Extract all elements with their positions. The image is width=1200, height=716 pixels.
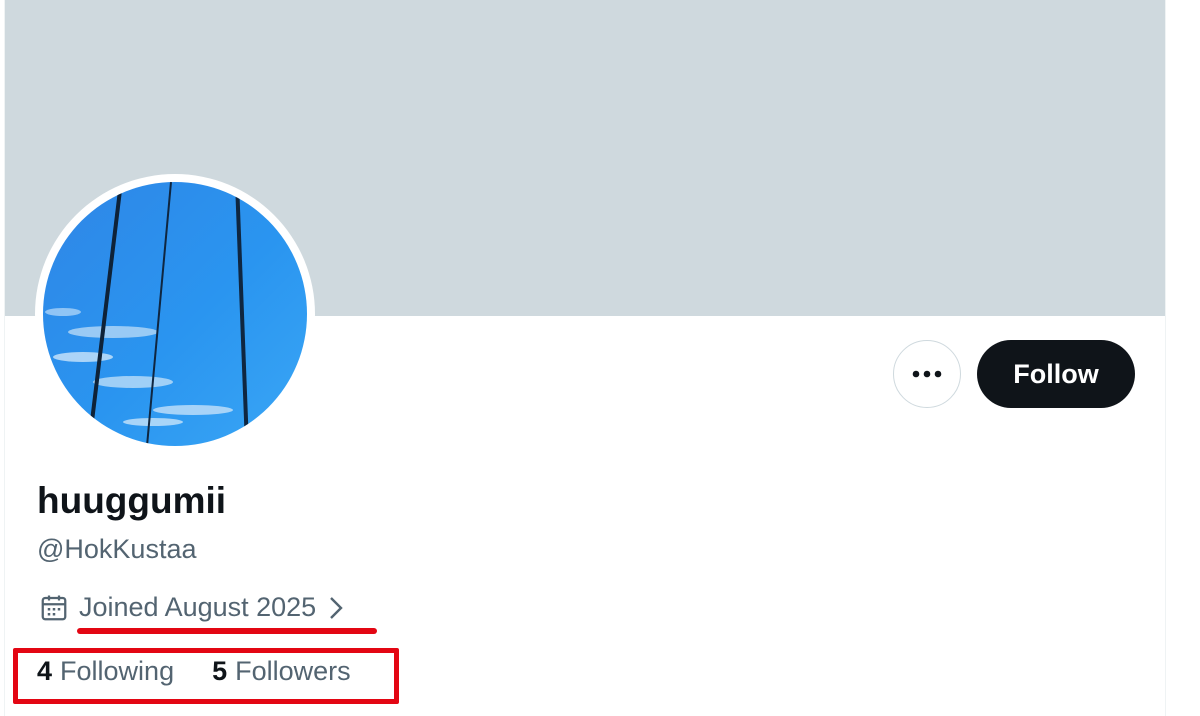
calendar-icon	[41, 595, 67, 620]
avatar[interactable]	[35, 174, 315, 454]
display-name: huuggumii	[37, 480, 227, 521]
more-horizontal-icon	[912, 370, 942, 378]
follow-stats: 4 Following 5 Followers	[37, 656, 351, 687]
joined-label: Joined August 2025	[79, 592, 317, 622]
followers-label: Followers	[235, 656, 351, 686]
chevron-right-icon	[330, 596, 343, 619]
more-button[interactable]	[893, 340, 961, 408]
followers-link[interactable]: 5 Followers	[212, 656, 351, 687]
following-count: 4	[37, 656, 53, 686]
handle: @HokKustaa	[37, 534, 197, 564]
followers-count: 5	[212, 656, 228, 686]
annotation-underline	[77, 628, 377, 634]
following-label: Following	[60, 656, 175, 686]
profile-card: Follow huuggumii @HokKustaa Joined Augus…	[4, 0, 1166, 716]
following-link[interactable]: 4 Following	[37, 656, 174, 687]
follow-button[interactable]: Follow	[977, 340, 1135, 408]
joined-date[interactable]: Joined August 2025	[39, 592, 346, 623]
avatar-image	[43, 182, 307, 446]
